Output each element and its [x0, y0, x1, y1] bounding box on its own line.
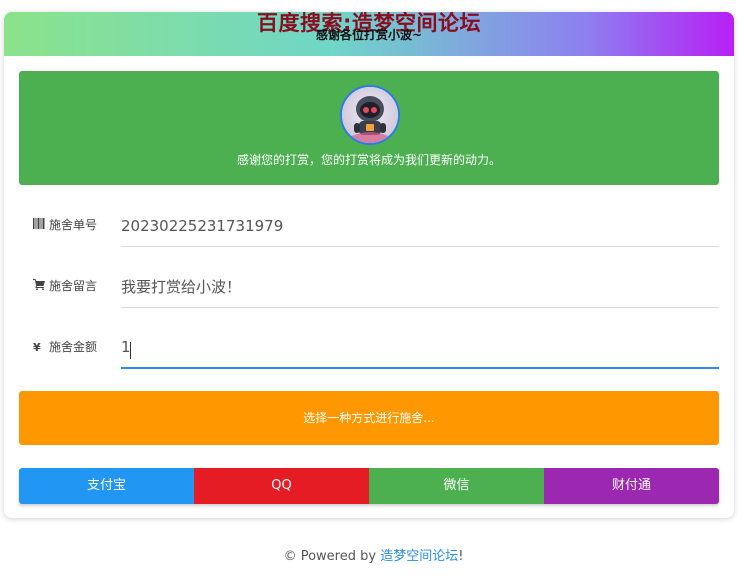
avatar — [340, 85, 400, 145]
thanks-message: 感谢您的打赏，您的打赏将成为我们更新的动力。 — [236, 153, 501, 167]
wechat-pay-button[interactable]: 微信 — [369, 468, 544, 504]
message-label: 施舍留言 — [33, 277, 97, 294]
robot-astronaut-avatar-icon — [342, 87, 398, 143]
forum-link[interactable]: 造梦空间论坛 — [380, 549, 458, 564]
header-subtitle: 感谢各位打赏小波~ — [315, 28, 423, 42]
payment-methods: 支付宝 QQ 微信 财付通 — [19, 468, 719, 504]
thanks-banner: 感谢您的打赏，您的打赏将成为我们更新的动力。 — [19, 71, 719, 185]
choose-payment-button[interactable]: 选择一种方式进行施舍... — [19, 391, 719, 445]
donation-card: 百度搜索:造梦空间论坛 感谢各位打赏小波~ 感谢您的打赏，您的打赏将成为我们更新… — [4, 12, 734, 518]
order-number-label: 施舍单号 — [33, 216, 97, 233]
order-number-row: 施舍单号 — [19, 207, 719, 247]
cart-icon — [33, 279, 45, 293]
text-cursor — [130, 342, 131, 359]
amount-row: ¥ 施舍金额 — [19, 329, 719, 369]
qq-pay-button[interactable]: QQ — [194, 468, 369, 504]
alipay-button[interactable]: 支付宝 — [19, 468, 194, 504]
amount-field[interactable] — [121, 335, 719, 369]
tenpay-button[interactable]: 财付通 — [544, 468, 719, 504]
barcode-icon — [33, 218, 45, 232]
footer-prefix: © Powered by — [283, 549, 381, 564]
footer-suffix: ! — [458, 549, 464, 564]
footer: © Powered by 造梦空间论坛! — [0, 545, 747, 564]
amount-label: ¥ 施舍金额 — [33, 338, 97, 355]
amount-label-text: 施舍金额 — [49, 340, 98, 354]
header-banner: 百度搜索:造梦空间论坛 感谢各位打赏小波~ — [4, 12, 734, 56]
message-field[interactable] — [121, 274, 719, 308]
message-row: 施舍留言 — [19, 268, 719, 308]
order-number-field[interactable] — [121, 213, 719, 247]
order-number-label-text: 施舍单号 — [49, 218, 98, 232]
message-label-text: 施舍留言 — [49, 279, 98, 293]
yen-icon: ¥ — [33, 341, 41, 354]
